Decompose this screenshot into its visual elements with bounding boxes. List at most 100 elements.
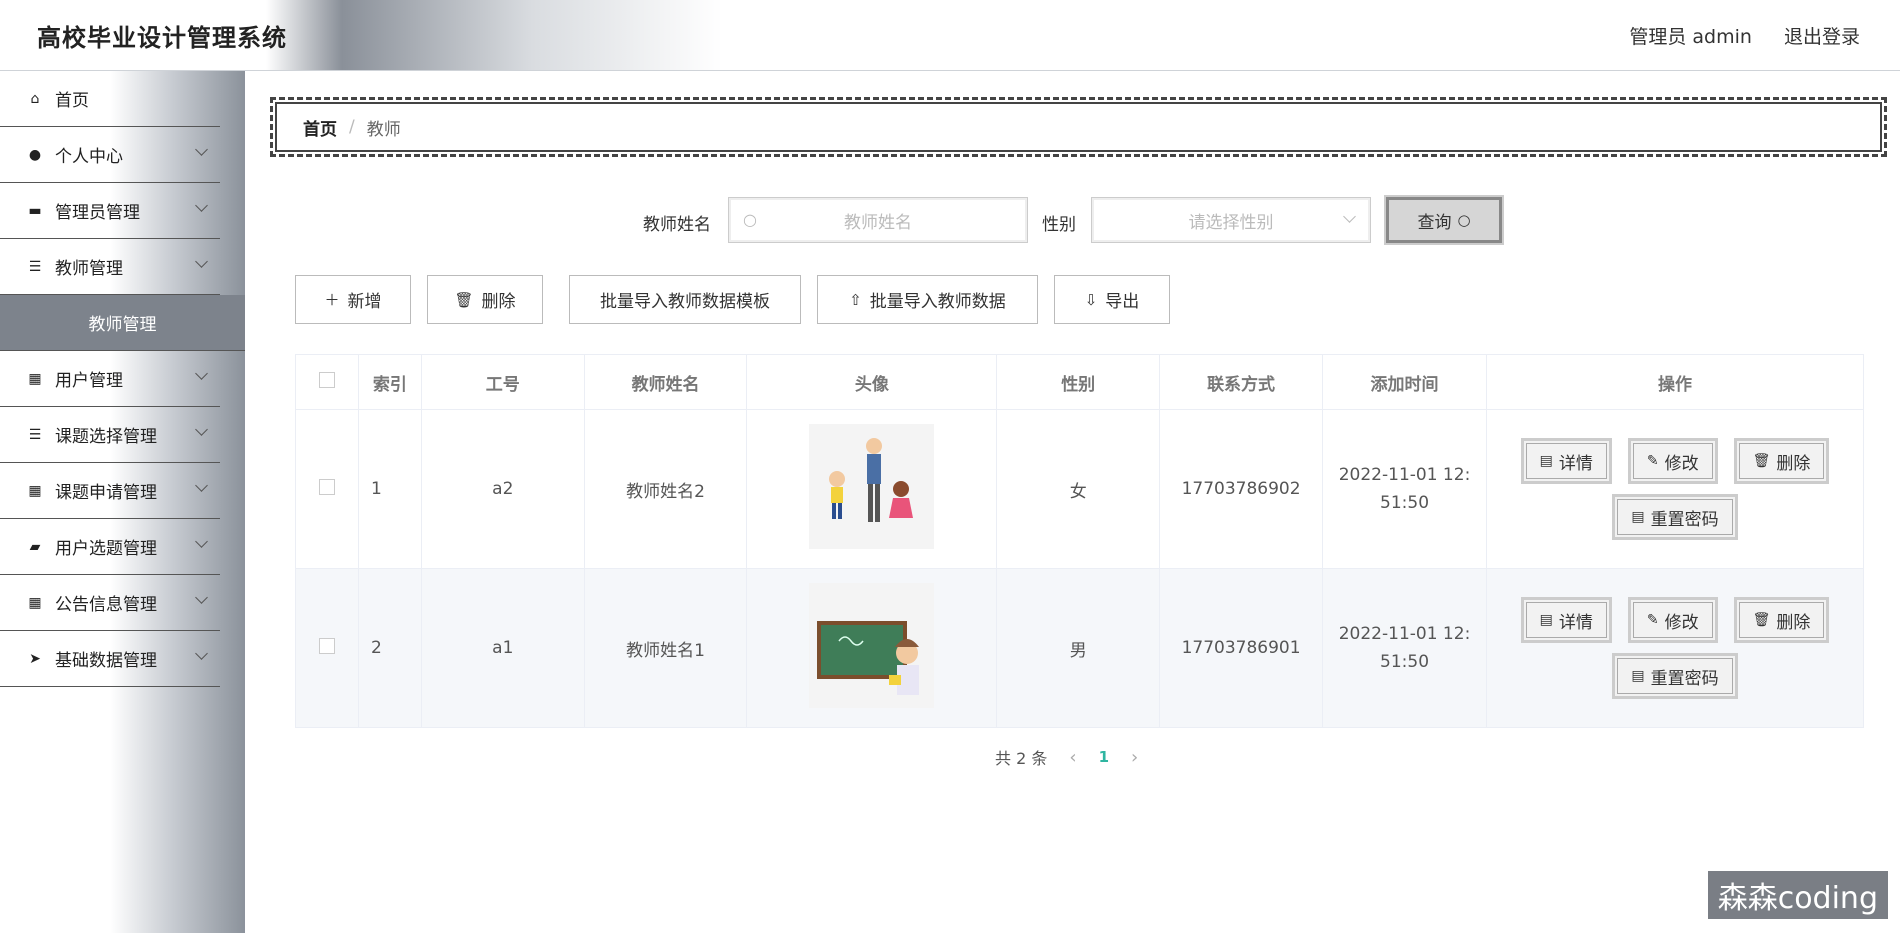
total-count: 共 2 条 xyxy=(995,749,1048,768)
edit-button[interactable]: ✎ 修改 xyxy=(1627,597,1718,643)
gender-cell: 男 xyxy=(996,568,1161,728)
chevron-down-icon xyxy=(195,647,208,660)
column-header: 教师姓名 xyxy=(583,354,748,410)
top-header: 高校毕业设计管理系统 管理员 admin 退出登录 xyxy=(0,0,1900,71)
delete-label: 删除 xyxy=(1776,453,1811,474)
briefcase-icon: ▰ xyxy=(29,538,41,555)
delete-row-button[interactable]: 🗑 删除 xyxy=(1733,597,1830,643)
sidebar-item-base-data[interactable]: ➤ 基础数据管理 xyxy=(0,631,220,687)
column-header: 操作 xyxy=(1486,354,1864,410)
index-cell: 1 xyxy=(357,409,422,569)
column-header: 头像 xyxy=(746,354,998,410)
detail-button[interactable]: ▤ 详情 xyxy=(1520,438,1612,484)
next-page-icon[interactable]: › xyxy=(1131,747,1138,768)
logout-link[interactable]: 退出登录 xyxy=(1784,26,1860,48)
chevron-down-icon xyxy=(195,423,208,436)
chevron-down-icon xyxy=(195,143,208,156)
teacher-name-label: 教师姓名 xyxy=(643,215,711,235)
row-select-cell xyxy=(295,568,359,728)
import-template-button[interactable]: 批量导入教师数据模板 xyxy=(569,275,801,324)
chevron-down-icon xyxy=(195,479,208,492)
gender-label: 性别 xyxy=(1042,215,1076,235)
grid-icon: ▦ xyxy=(28,370,42,387)
delete-row-button[interactable]: 🗑 删除 xyxy=(1733,438,1830,484)
sidebar-item-label: 基础数据管理 xyxy=(55,651,157,671)
table-header-row: 索引 工号 教师姓名 头像 性别 联系方式 添加时间 操作 xyxy=(295,354,1864,410)
sidebar-item-notice[interactable]: ▦ 公告信息管理 xyxy=(0,575,220,631)
sidebar-item-label: 首页 xyxy=(55,91,89,111)
list-icon: ☰ xyxy=(28,258,42,275)
document-icon: ▤ xyxy=(1539,453,1553,469)
row-select-cell xyxy=(295,409,359,569)
sidebar-item-label: 用户管理 xyxy=(55,371,123,391)
time-text: 2022-11-01 12:51:50 xyxy=(1338,624,1471,672)
sidebar: ⌂ 首页 ● 个人中心 ▬ 管理员管理 ☰ 教师管理 教师管理 ▦ 用户管理 ☰… xyxy=(0,71,245,933)
search-icon: ○ xyxy=(743,210,757,229)
select-all-checkbox[interactable] xyxy=(318,371,335,388)
sidebar-item-profile[interactable]: ● 个人中心 xyxy=(0,127,220,183)
query-button[interactable]: 查询 ○ xyxy=(1384,195,1504,245)
teacher-name-input[interactable]: ○ 教师姓名 xyxy=(728,197,1028,243)
sidebar-item-home[interactable]: ⌂ 首页 xyxy=(0,71,220,127)
teacher-avatar-image[interactable] xyxy=(809,424,935,549)
gender-placeholder: 请选择性别 xyxy=(1188,212,1274,233)
teacher-avatar-image[interactable] xyxy=(809,583,935,708)
upload-icon: ⇧ xyxy=(849,290,862,309)
sidebar-item-user-mgmt[interactable]: ▦ 用户管理 xyxy=(0,351,220,407)
document-icon: ▤ xyxy=(1631,668,1645,684)
name-cell: 教师姓名1 xyxy=(583,568,748,728)
teacher-name-placeholder: 教师姓名 xyxy=(844,212,912,233)
edit-button[interactable]: ✎ 修改 xyxy=(1627,438,1718,484)
sidebar-item-topic-select[interactable]: ☰ 课题选择管理 xyxy=(0,407,220,463)
prev-page-icon[interactable]: ‹ xyxy=(1069,747,1076,768)
time-cell: 2022-11-01 12:51:50 xyxy=(1322,568,1487,728)
breadcrumb-home[interactable]: 首页 xyxy=(303,115,337,140)
gender-cell: 女 xyxy=(996,409,1161,569)
reset-password-button[interactable]: ▤ 重置密码 xyxy=(1612,653,1738,699)
grid-icon: ▦ xyxy=(28,594,42,611)
add-button[interactable]: ＋ 新增 xyxy=(295,275,411,324)
gender-select[interactable]: 请选择性别 xyxy=(1091,197,1371,243)
export-button[interactable]: ⇩ 导出 xyxy=(1054,275,1170,324)
edit-label: 修改 xyxy=(1664,453,1699,474)
avatar-cell xyxy=(746,409,998,569)
sidebar-item-label: 教师管理 xyxy=(55,259,123,279)
import-template-label: 批量导入教师数据模板 xyxy=(600,292,770,312)
reset-password-button[interactable]: ▤ 重置密码 xyxy=(1612,494,1738,540)
inbox-icon: ▬ xyxy=(28,202,42,219)
time-text: 2022-11-01 12:51:50 xyxy=(1338,465,1471,513)
home-icon: ⌂ xyxy=(30,90,40,107)
sidebar-item-admin-mgmt[interactable]: ▬ 管理员管理 xyxy=(0,183,220,239)
breadcrumb: 首页 / 教师 xyxy=(270,97,1887,157)
sidebar-item-label: 个人中心 xyxy=(55,147,123,167)
sidebar-item-topic-apply[interactable]: ▦ 课题申请管理 xyxy=(0,463,220,519)
row-checkbox[interactable] xyxy=(318,478,335,495)
sidebar-item-label: 公告信息管理 xyxy=(55,595,157,615)
send-icon: ➤ xyxy=(29,650,41,667)
breadcrumb-separator: / xyxy=(349,117,355,137)
sidebar-item-label: 用户选题管理 xyxy=(55,539,157,559)
ops-cell: ▤ 详情 ✎ 修改 🗑 删除 ▤ 重置密码 xyxy=(1486,409,1864,569)
reset-password-label: 重置密码 xyxy=(1650,509,1719,530)
detail-button[interactable]: ▤ 详情 xyxy=(1520,597,1612,643)
sidebar-item-label: 管理员管理 xyxy=(55,203,140,223)
table-row: 1 a2 教师姓名2 女 17703786902 2022-11-01 12:5… xyxy=(295,409,1864,569)
column-header: 索引 xyxy=(357,354,422,410)
index-cell: 2 xyxy=(357,568,422,728)
import-button[interactable]: ⇧ 批量导入教师数据 xyxy=(817,275,1038,324)
delete-button-label: 删除 xyxy=(481,292,516,312)
plus-icon: ＋ xyxy=(324,291,340,309)
sidebar-item-teacher-mgmt[interactable]: ☰ 教师管理 xyxy=(0,239,220,295)
name-cell: 教师姓名2 xyxy=(583,409,748,569)
sidebar-item-user-topic[interactable]: ▰ 用户选题管理 xyxy=(0,519,220,575)
query-button-label: 查询 xyxy=(1417,212,1452,233)
delete-button[interactable]: 🗑 删除 xyxy=(427,275,543,324)
row-checkbox[interactable] xyxy=(318,637,335,654)
sidebar-subitem-teacher-mgmt[interactable]: 教师管理 xyxy=(0,295,245,351)
chevron-down-icon xyxy=(195,591,208,604)
app-title: 高校毕业设计管理系统 xyxy=(37,24,287,52)
chevron-down-icon xyxy=(195,199,208,212)
pencil-icon: ✎ xyxy=(1646,612,1659,628)
code-cell: a2 xyxy=(420,409,585,569)
page-number[interactable]: 1 xyxy=(1099,748,1109,766)
